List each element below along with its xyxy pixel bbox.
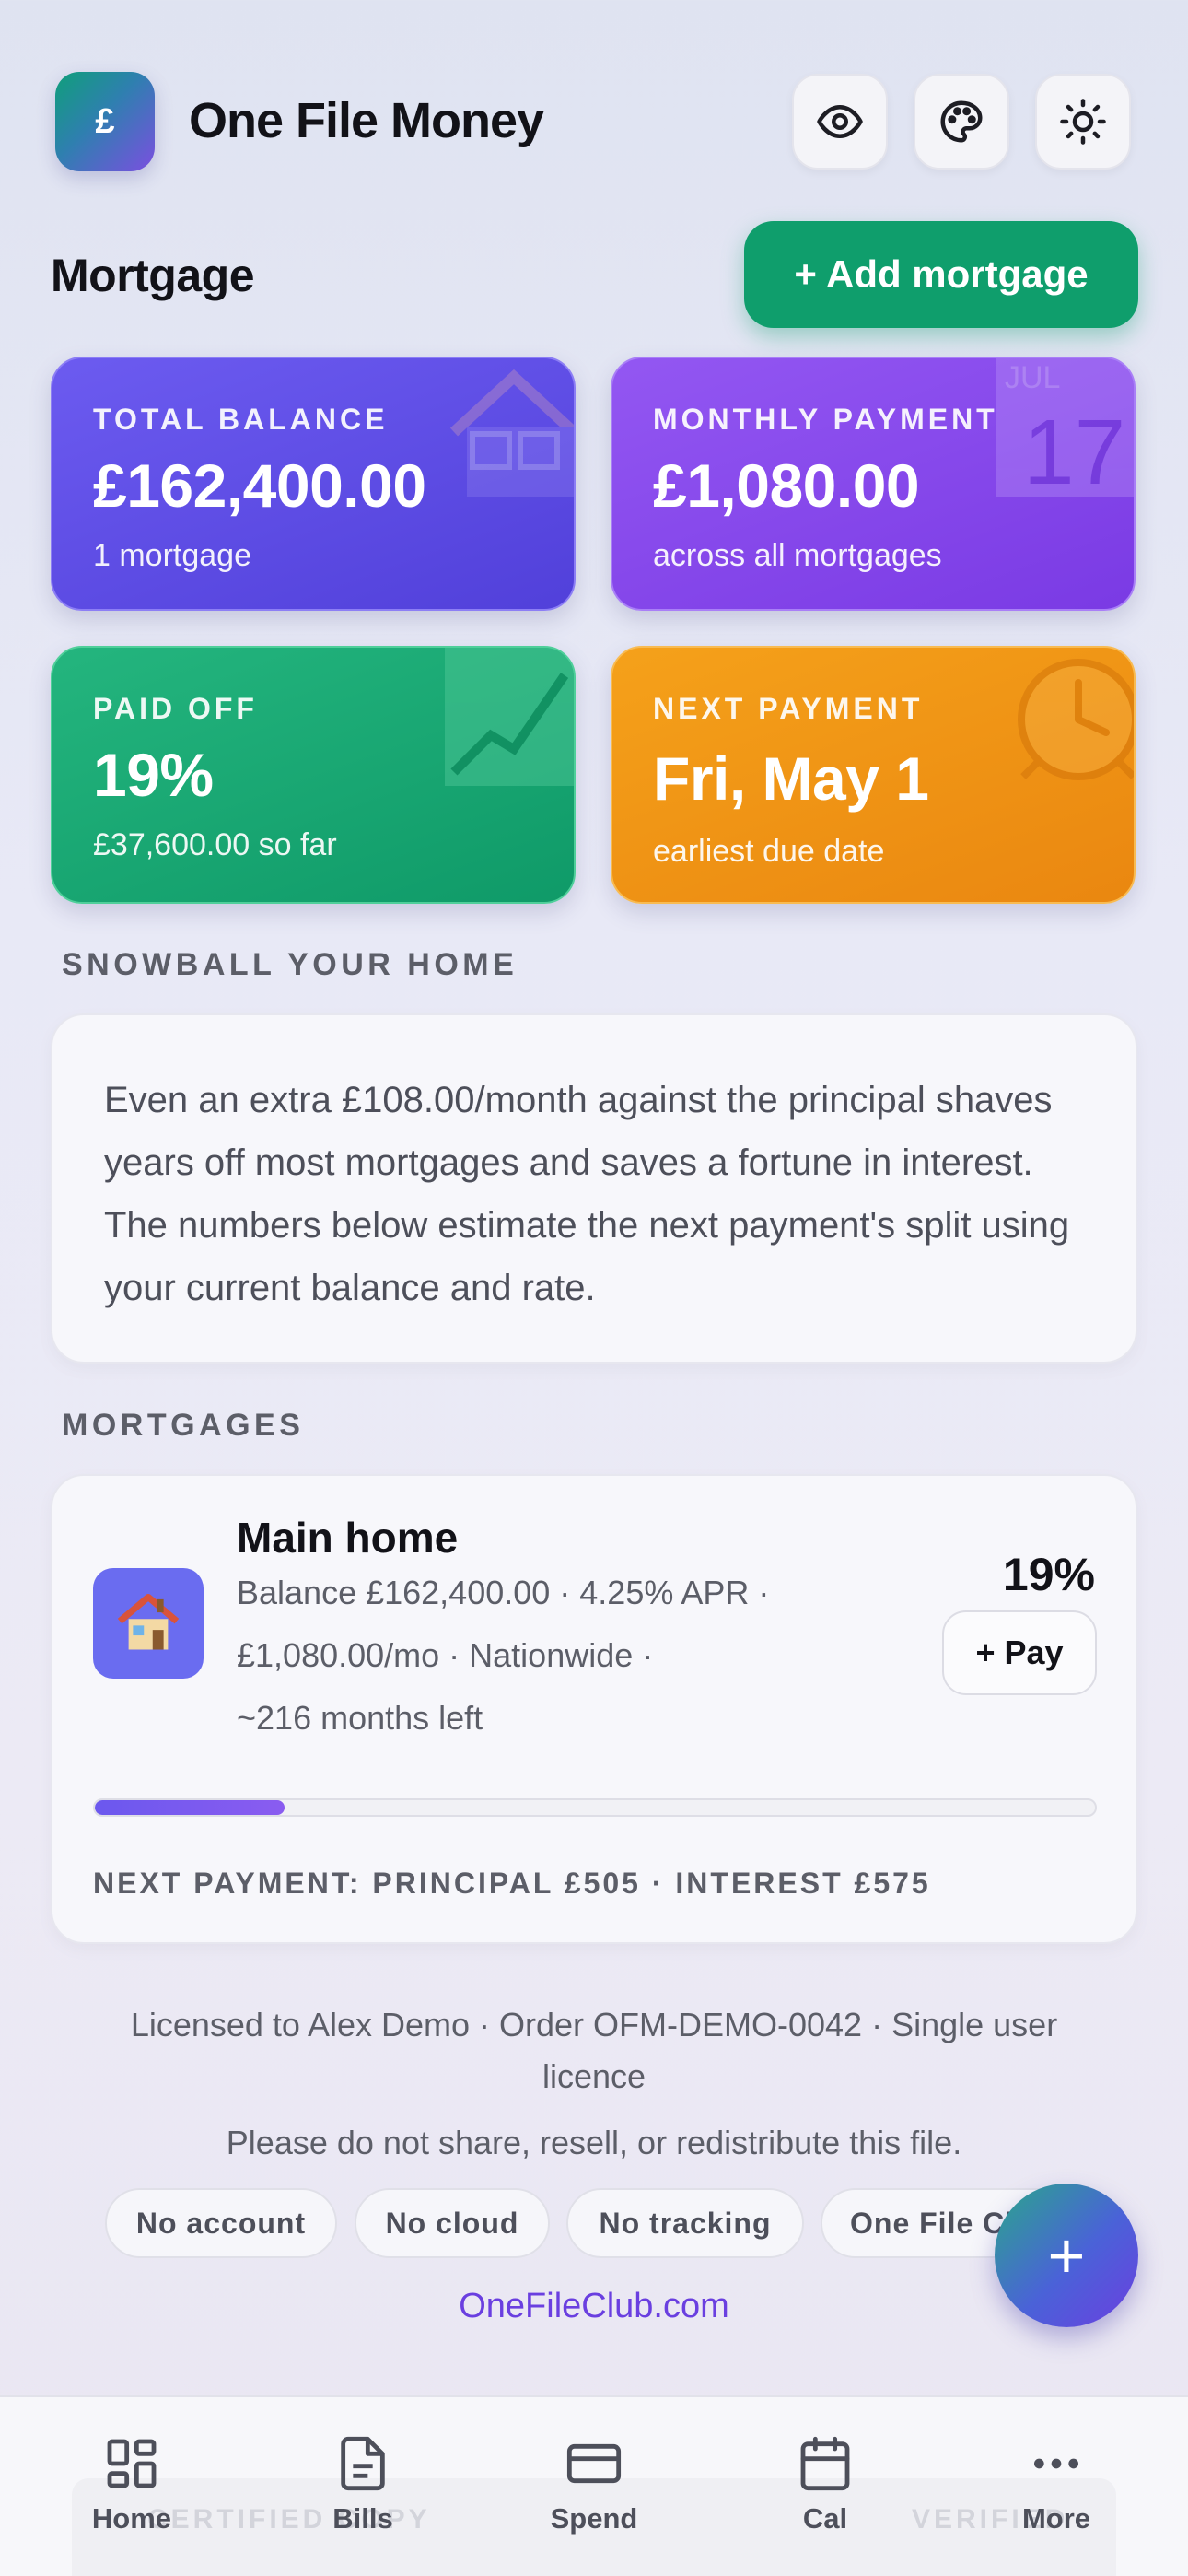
mortgage-details-line1: Balance £162,400.00 · 4.25% APR · <box>237 1574 770 1611</box>
light-mode-button[interactable] <box>1035 74 1131 170</box>
stat-sub: earliest due date <box>653 834 885 869</box>
nav-home[interactable]: Home <box>58 2434 205 2535</box>
monthly-payment-card: JUL 17 MONTHLY PAYMENT £1,080.00 across … <box>611 357 1136 611</box>
mortgage-card[interactable]: Main home Balance £162,400.00 · 4.25% AP… <box>51 1474 1137 1944</box>
theme-palette-button[interactable] <box>914 74 1009 170</box>
house-emoji-icon <box>93 1568 204 1679</box>
pill-no-cloud: No cloud <box>355 2188 550 2258</box>
grid-icon <box>107 2439 157 2488</box>
pill-no-tracking: No tracking <box>566 2188 804 2258</box>
stat-sub: £37,600.00 so far <box>93 827 337 862</box>
app-title: One File Money <box>189 93 544 148</box>
nav-more[interactable]: More <box>983 2434 1130 2535</box>
stat-sub: 1 mortgage <box>93 538 251 573</box>
next-payment-split: NEXT PAYMENT: PRINCIPAL £505 · INTEREST … <box>93 1867 931 1900</box>
stat-label: PAID OFF <box>93 692 258 725</box>
palette-icon <box>940 100 983 143</box>
logo-glyph: £ <box>95 101 115 141</box>
snowball-tip-box: Even an extra £108.00/month against the … <box>51 1013 1137 1364</box>
mortgages-heading: MORTGAGES <box>62 1408 305 1443</box>
stat-sub: across all mortgages <box>653 538 942 573</box>
pay-button[interactable]: + Pay <box>942 1610 1097 1695</box>
snowball-heading: SNOWBALL YOUR HOME <box>62 947 518 982</box>
nav-label: Spend <box>550 2502 638 2535</box>
paid-off-card: PAID OFF 19% £37,600.00 so far <box>51 646 576 904</box>
mortgage-percent-paid: 19% <box>1002 1549 1095 1600</box>
snowball-body: Even an extra £108.00/month against the … <box>104 1080 1070 1308</box>
mortgage-progress-bar <box>93 1798 1097 1817</box>
total-balance-card: TOTAL BALANCE £162,400.00 1 mortgage <box>51 357 576 611</box>
nav-label: Home <box>91 2502 172 2535</box>
calendar-day-text: 17 <box>1023 401 1125 497</box>
bottom-navigation: CERTIFIED COPY VERIFIED Home Bills Spend… <box>0 2395 1188 2576</box>
more-dots-icon <box>1034 2458 1078 2469</box>
sun-icon <box>1060 99 1106 145</box>
mortgage-progress-fill <box>95 1800 285 1815</box>
mortgage-details-line3: ~216 months left <box>237 1699 483 1737</box>
calendar-icon: JUL 17 <box>996 358 1134 497</box>
add-mortgage-button[interactable]: + Add mortgage <box>744 221 1138 328</box>
mortgage-details-line2: £1,080.00/mo · Nationwide · <box>237 1636 654 1674</box>
calendar-month-text: JUL <box>1005 360 1060 395</box>
stat-label: NEXT PAYMENT <box>653 692 924 725</box>
license-text: Licensed to Alex Demo · Order OFM-DEMO-0… <box>130 2006 1058 2095</box>
credit-card-icon <box>566 2443 622 2484</box>
stat-value: Fri, May 1 <box>653 744 929 813</box>
page-title: Mortgage <box>51 250 255 301</box>
nav-calendar[interactable]: Cal <box>751 2434 899 2535</box>
stat-label: MONTHLY PAYMENT <box>653 403 998 436</box>
nav-bills[interactable]: Bills <box>289 2434 437 2535</box>
mortgage-name: Main home <box>237 1514 459 1562</box>
nav-label: Bills <box>332 2502 393 2535</box>
app-header: £ One File Money <box>0 0 1188 221</box>
calendar-icon <box>800 2436 850 2491</box>
alarm-clock-icon <box>1018 659 1134 780</box>
next-payment-card: NEXT PAYMENT Fri, May 1 earliest due dat… <box>611 646 1136 904</box>
stat-value: 19% <box>93 741 214 809</box>
privacy-toggle-button[interactable] <box>792 74 888 170</box>
share-notice: Please do not share, resell, or redistri… <box>226 2124 962 2161</box>
stat-label: TOTAL BALANCE <box>93 403 389 436</box>
pill-no-account: No account <box>105 2188 337 2258</box>
house-icon <box>449 369 574 497</box>
nav-spend[interactable]: Spend <box>520 2434 668 2535</box>
stat-value: £1,080.00 <box>653 451 920 520</box>
nav-label: Cal <box>802 2502 848 2535</box>
stat-value: £162,400.00 <box>93 451 426 520</box>
nav-label: More <box>1021 2502 1091 2535</box>
trend-chart-icon <box>445 648 574 786</box>
plus-icon: + <box>1047 2219 1086 2291</box>
eye-icon <box>817 105 863 138</box>
document-icon <box>341 2436 385 2491</box>
floating-add-button[interactable]: + <box>995 2184 1138 2327</box>
app-logo: £ <box>55 72 155 171</box>
